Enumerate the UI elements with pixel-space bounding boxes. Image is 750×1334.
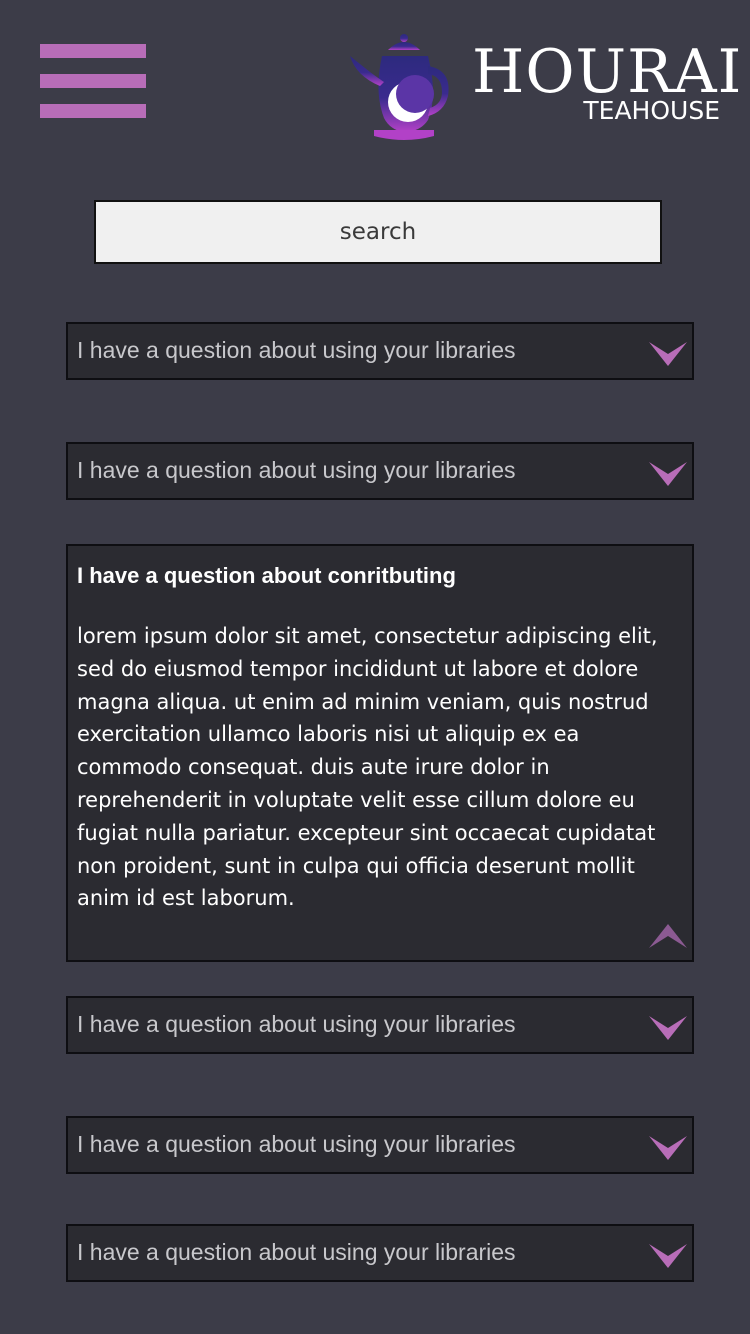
chevron-down-icon[interactable] <box>649 458 687 488</box>
brand-logo[interactable]: HOURAI TEAHOUSE <box>344 30 741 148</box>
teapot-moon-icon <box>350 34 449 140</box>
faq-question: I have a question about using your libra… <box>77 1239 516 1265</box>
faq-item-2[interactable]: I have a question about using your libra… <box>66 442 694 500</box>
faq-item-3-expanded[interactable]: I have a question about conritbuting lor… <box>66 544 694 962</box>
chevron-down-icon[interactable] <box>649 338 687 368</box>
hamburger-menu-icon[interactable] <box>40 44 146 118</box>
faq-item-1[interactable]: I have a question about using your libra… <box>66 322 694 380</box>
faq-answer: lorem ipsum dolor sit amet, consectetur … <box>77 624 658 911</box>
chevron-down-icon[interactable] <box>649 1240 687 1270</box>
chevron-down-icon[interactable] <box>649 1132 687 1162</box>
menu-bar <box>40 74 146 88</box>
faq-question: I have a question about using your libra… <box>77 1131 516 1157</box>
faq-item-4[interactable]: I have a question about using your libra… <box>66 996 694 1054</box>
faq-question: I have a question about using your libra… <box>77 337 516 363</box>
menu-bar <box>40 104 146 118</box>
logo-subtitle: TEAHOUSE <box>583 96 720 125</box>
faq-question: I have a question about using your libra… <box>77 1011 516 1037</box>
faq-question: I have a question about using your libra… <box>77 457 516 483</box>
faq-item-6[interactable]: I have a question about using your libra… <box>66 1224 694 1282</box>
faq-question: I have a question about conritbuting <box>77 563 456 588</box>
chevron-down-icon[interactable] <box>649 1012 687 1042</box>
search-input[interactable] <box>94 200 662 264</box>
logo-wordmark: HOURAI <box>472 37 743 107</box>
menu-bar <box>40 44 146 58</box>
chevron-up-icon[interactable] <box>649 922 687 952</box>
faq-item-5[interactable]: I have a question about using your libra… <box>66 1116 694 1174</box>
